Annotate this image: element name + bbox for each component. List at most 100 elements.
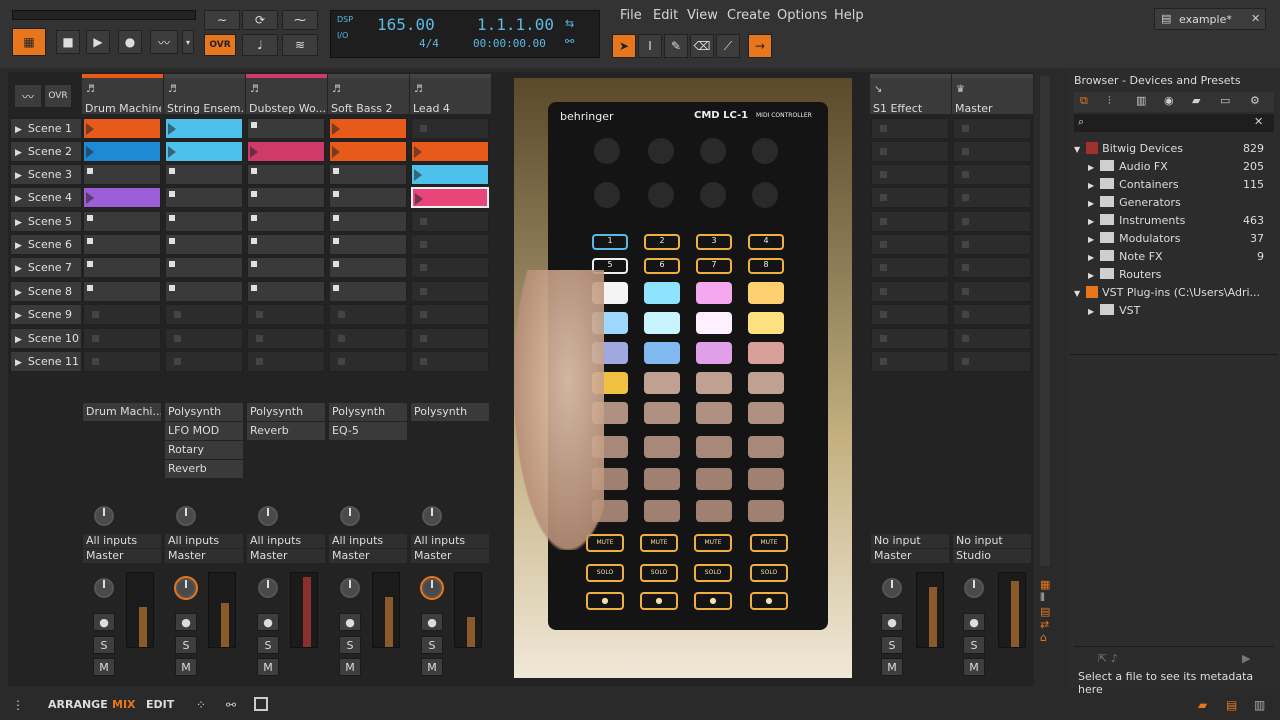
clip-slot[interactable] [247,328,325,349]
clip-slot[interactable] [871,141,949,162]
clip-slot[interactable] [871,281,949,302]
clip-slot[interactable] [329,141,407,162]
presets-tab-icon[interactable]: ⫶ [1108,94,1111,108]
track-header-lead[interactable]: ♬ Lead 4 [410,74,492,115]
clip-slot[interactable] [953,257,1031,278]
layout-icon[interactable]: ⁘ [196,698,206,712]
scene-9[interactable]: ▶ Scene 9 [10,304,82,325]
overview-bar[interactable] [12,10,196,20]
output-selector[interactable]: Master [871,549,949,563]
clip-slot[interactable] [411,118,489,139]
panel-toggle-icon[interactable]: ▥ [1254,698,1265,712]
play-icon[interactable]: ▶ [15,194,22,204]
tempo-value[interactable]: 165.00 [377,15,435,34]
document-tab[interactable]: ▤ example* ✕ [1154,8,1266,30]
clip-slot[interactable] [329,118,407,139]
input-selector[interactable]: All inputs [83,534,161,548]
ovr-button[interactable]: OVR [204,34,236,56]
io-icon[interactable]: ⇄ [1040,618,1054,631]
automation-write-icon[interactable]: 〰 [14,84,42,108]
menu-file[interactable]: File [620,8,642,23]
folder-icon[interactable]: ▰ [1198,698,1207,712]
play-icon[interactable]: ▶ [15,148,22,158]
clip-slot[interactable] [165,234,243,255]
clip-slot[interactable] [411,141,489,162]
pencil-tool-icon[interactable]: ✎ [664,34,688,58]
clip-slot[interactable] [411,211,489,232]
input-selector[interactable]: All inputs [329,534,407,548]
arm-record-icon[interactable]: ● [93,613,115,631]
clip-slot[interactable] [871,351,949,372]
clip-slot[interactable] [329,257,407,278]
clip-slot[interactable] [411,281,489,302]
clip-slot[interactable] [871,187,949,208]
menu-dots-icon[interactable]: ⋮ [12,698,24,712]
clip-slot[interactable] [247,257,325,278]
preview-icon[interactable]: ⇱ ♪ [1098,652,1118,665]
clip-slot[interactable] [411,164,489,185]
play-icon[interactable]: ▶ [15,218,22,228]
clip-slot[interactable] [83,164,161,185]
time-signature[interactable]: 4/4 [419,37,439,50]
eraser-tool-icon[interactable]: ⌫ [690,34,714,58]
clip-slot[interactable] [165,351,243,372]
arm-record-icon[interactable]: ● [421,613,443,631]
record-button[interactable]: ● [118,30,142,54]
clip-slot[interactable] [165,118,243,139]
clip-slot[interactable] [329,234,407,255]
menu-options[interactable]: Options [777,8,827,23]
position-value[interactable]: 1.1.1.00 [477,15,554,34]
scene-10[interactable]: ▶ Scene 10 [10,328,82,349]
solo-button[interactable]: S [93,636,115,654]
clip-slot[interactable] [871,328,949,349]
arm-record-icon[interactable]: ● [257,613,279,631]
volume-knob[interactable] [880,576,904,600]
clip-slot[interactable] [165,141,243,162]
clip-slot[interactable] [329,211,407,232]
arm-record-icon[interactable]: ● [963,613,985,631]
volume-knob[interactable] [962,576,986,600]
tree-item-instruments[interactable]: ▶ Instruments 463 [1074,212,1274,230]
clip-slot[interactable] [411,187,489,208]
clip-slot[interactable] [247,304,325,325]
clip-slot[interactable] [329,281,407,302]
clip-slot[interactable] [247,118,325,139]
knife-tool-icon[interactable]: ⟋ [716,34,740,58]
device-slot[interactable]: Polysynth [247,403,325,421]
clip-slot[interactable] [411,328,489,349]
clip-slot[interactable] [953,281,1031,302]
scene-1[interactable]: ▶ Scene 1 [10,118,82,139]
mute-button[interactable]: M [881,658,903,676]
effects-icon[interactable]: ⌂ [1040,631,1054,644]
vertical-scrollbar[interactable] [1040,76,1050,566]
volume-knob[interactable] [174,576,198,600]
send-knob[interactable] [92,504,116,528]
time-select-tool-icon[interactable]: I [638,34,662,58]
mute-button[interactable]: M [963,658,985,676]
clip-slot[interactable] [953,351,1031,372]
stop-button[interactable]: ■ [56,30,80,54]
solo-button[interactable]: S [421,636,443,654]
clip-slot[interactable] [83,257,161,278]
sends-icon[interactable]: ▤ [1040,605,1054,618]
clip-slot[interactable] [165,304,243,325]
scene-2[interactable]: ▶ Scene 2 [10,141,82,162]
tree-item-note-fx[interactable]: ▶ Note FX 9 [1074,248,1274,266]
menu-help[interactable]: Help [834,8,864,23]
send-knob[interactable] [256,504,280,528]
scene-11[interactable]: ▶ Scene 11 [10,351,82,372]
scene-6[interactable]: ▶ Scene 6 [10,234,82,255]
play-button[interactable]: ▶ [86,30,110,54]
automation-write-button[interactable]: 〰 [150,30,178,54]
track-header-soft-bass[interactable]: ♬ Soft Bass 2 [328,74,410,115]
output-selector[interactable]: Master [83,549,161,563]
tree-item-routers[interactable]: ▶ Routers [1074,266,1274,284]
clip-slot[interactable] [953,234,1031,255]
window-icon[interactable] [254,697,268,711]
send-knob[interactable] [174,504,198,528]
play-icon[interactable]: ▶ [15,125,22,135]
volume-knob[interactable] [256,576,280,600]
link-icon[interactable]: ⚯ [565,35,574,48]
tree-root-vst[interactable]: ▼ VST Plug-ins (C:\Users\Adri... [1074,284,1274,302]
device-slot[interactable]: EQ-5 [329,422,407,440]
